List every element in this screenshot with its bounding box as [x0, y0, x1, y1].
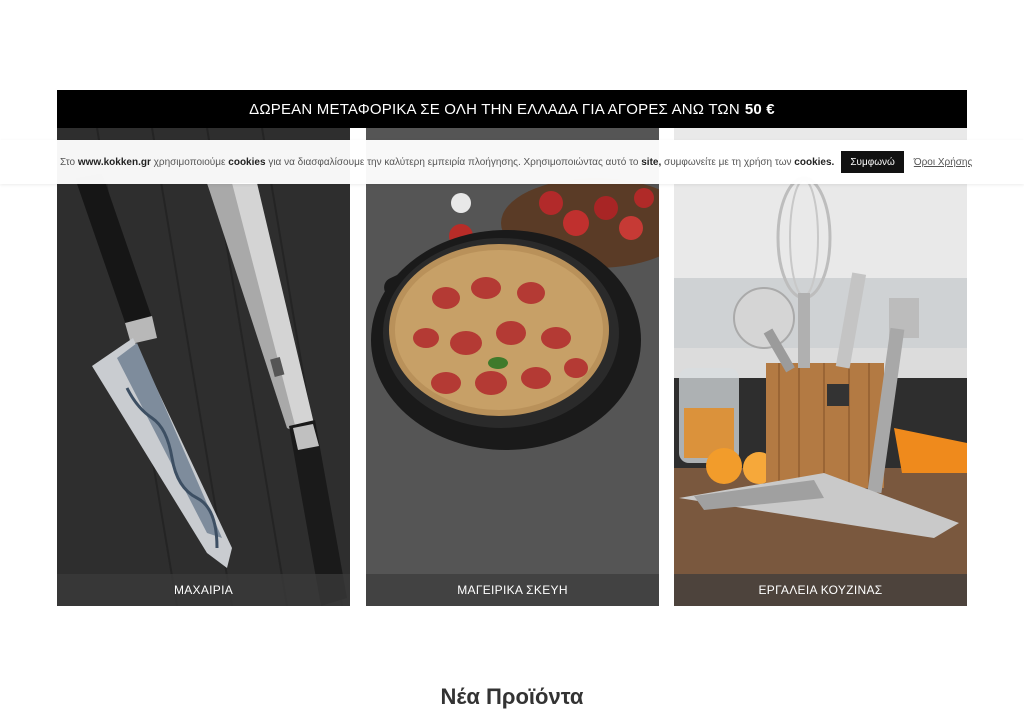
new-products-heading: Νέα Προϊόντα — [440, 684, 584, 709]
cookie-cookies-word: cookies — [228, 156, 266, 168]
cookware-photo — [366, 128, 659, 606]
category-label: ΜΑΧΑΙΡΙΑ — [57, 574, 350, 606]
kitchen-tools-photo — [674, 128, 967, 606]
cookie-consent-bar: Στο www.kokken.gr χρησιμοποιούμε cookies… — [0, 140, 1024, 184]
cookie-consent-text: Στο www.kokken.gr χρησιμοποιούμε cookies… — [60, 157, 834, 168]
cookie-middle-text: για να διασφαλίσουμε την καλύτερη εμπειρ… — [268, 156, 639, 168]
cookie-cookies-end: cookies. — [794, 156, 835, 168]
free-shipping-banner: ΔΩΡΕΑΝ ΜΕΤΑΦΟΡΙΚΑ ΣΕ ΟΛΗ ΤΗΝ ΕΛΛΑΔΑ ΓΙΑ … — [57, 90, 967, 128]
cookie-site-name: www.kokken.gr — [77, 156, 151, 168]
category-label: ΜΑΓΕΙΡΙΚΑ ΣΚΕΥΗ — [366, 574, 659, 606]
cookie-prefix: Στο — [60, 156, 76, 168]
free-shipping-text: ΔΩΡΕΑΝ ΜΕΤΑΦΟΡΙΚΑ ΣΕ ΟΛΗ ΤΗΝ ΕΛΛΑΔΑ ΓΙΑ … — [249, 100, 740, 118]
terms-of-use-link[interactable]: Όροι Χρήσης — [914, 157, 972, 168]
knives-photo — [57, 128, 350, 606]
category-label: ΕΡΓΑΛΕΙΑ ΚΟΥΖΙΝΑΣ — [674, 574, 967, 606]
category-tile-cookware[interactable]: ΜΑΓΕΙΡΙΚΑ ΣΚΕΥΗ — [366, 128, 659, 606]
cookie-agree-text: συμφωνείτε με τη χρήση των — [664, 156, 792, 168]
category-tile-kitchen-tools[interactable]: ΕΡΓΑΛΕΙΑ ΚΟΥΖΙΝΑΣ — [674, 128, 967, 606]
cookie-we-use: χρησιμοποιούμε — [153, 156, 226, 168]
free-shipping-amount: 50 € — [744, 100, 775, 118]
cookie-site-word: site, — [641, 156, 662, 168]
accept-cookies-button[interactable]: Συμφωνώ — [841, 151, 904, 173]
category-tile-knives[interactable]: ΜΑΧΑΙΡΙΑ — [57, 128, 350, 606]
